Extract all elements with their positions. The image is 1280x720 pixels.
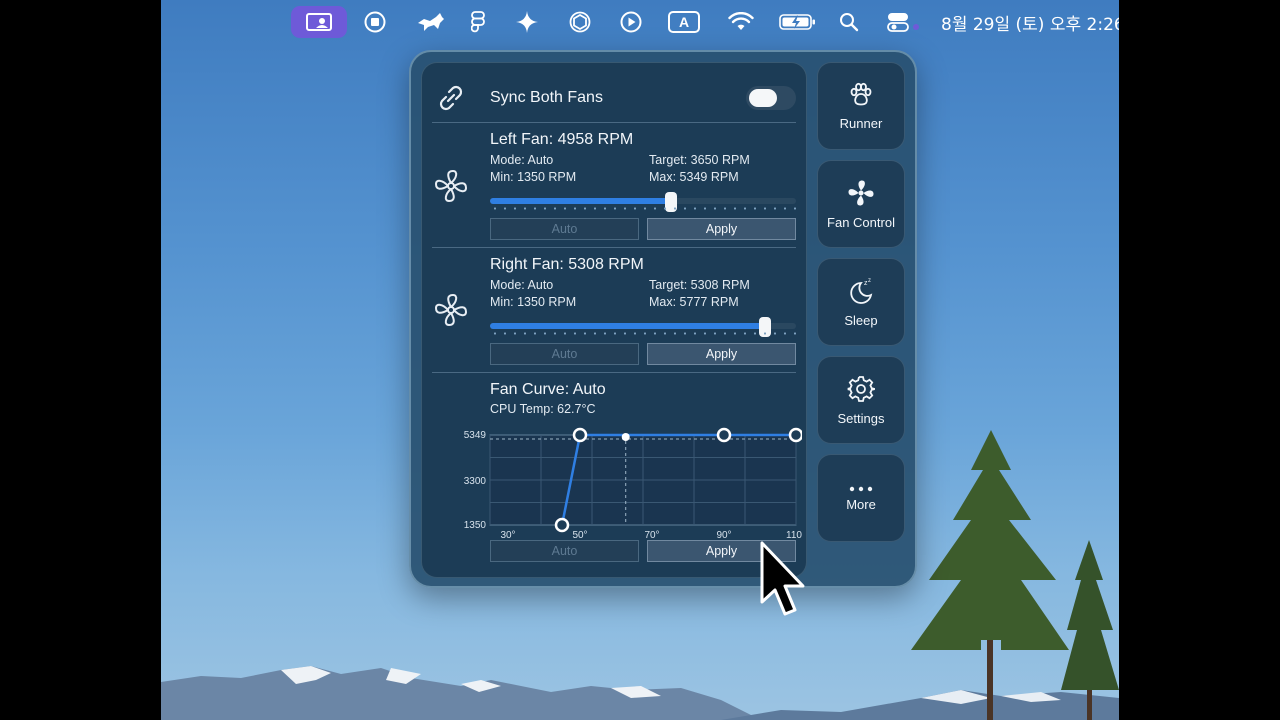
runner-button[interactable]: Runner <box>817 62 905 150</box>
stop-record-icon[interactable] <box>361 6 389 38</box>
x-tick-label: 30° <box>500 530 515 539</box>
fan-curve-auto-button[interactable]: Auto <box>490 540 639 562</box>
openai-icon[interactable] <box>566 6 594 38</box>
screen-share-icon[interactable] <box>291 6 347 38</box>
moon-sleep-icon: zz <box>850 278 873 304</box>
fan-curve-chart[interactable]: 5349 3300 1350 30° 50° 70° 90° 110° <box>442 417 802 539</box>
link-icon <box>434 81 468 115</box>
right-fan-slider-fill <box>490 323 766 329</box>
right-fan-max: Max: 5777 RPM <box>649 295 739 309</box>
input-source-label: A <box>668 11 700 33</box>
wifi-icon[interactable] <box>727 6 755 38</box>
figma-icon[interactable] <box>467 6 489 38</box>
curve-control-point[interactable] <box>788 427 802 443</box>
right-fan-title: Right Fan: 5308 RPM <box>490 256 644 273</box>
right-fan-target: Target: 5308 RPM <box>649 278 750 292</box>
ellipsis-icon <box>849 486 873 491</box>
mouse-cursor-icon <box>760 541 805 616</box>
runner-label: Runner <box>839 115 883 131</box>
pine-trees <box>911 430 1119 720</box>
dog-icon[interactable] <box>414 6 448 38</box>
play-icon[interactable] <box>618 6 644 38</box>
sleep-button[interactable]: zz Sleep <box>817 258 905 346</box>
desktop: A 8월 29일 (토) 오후 2:26 Sync Both Fans Left… <box>161 0 1119 720</box>
divider <box>432 372 796 373</box>
sparkle-icon[interactable] <box>514 6 540 38</box>
left-fan-title: Left Fan: 4958 RPM <box>490 131 634 148</box>
left-fan-min: Min: 1350 RPM <box>490 170 577 184</box>
y-tick-label: 5349 <box>464 430 487 441</box>
left-fan-target: Target: 3650 RPM <box>649 153 750 167</box>
sync-toggle[interactable] <box>746 86 796 110</box>
fan-control-button[interactable]: Fan Control <box>817 160 905 248</box>
cpu-temp-label: CPU Temp: 62.7°C <box>490 402 596 416</box>
toggle-knob <box>749 89 777 107</box>
x-tick-label: 110° <box>786 530 802 539</box>
keyboard-input-icon[interactable]: A <box>667 6 701 38</box>
sync-label: Sync Both Fans <box>490 89 603 106</box>
more-button[interactable]: More <box>817 454 905 542</box>
left-fan-apply-button[interactable]: Apply <box>647 218 796 240</box>
search-icon[interactable] <box>837 6 861 38</box>
right-fan-auto-button[interactable]: Auto <box>490 343 639 365</box>
right-fan-apply-button[interactable]: Apply <box>647 343 796 365</box>
right-fan-slider-ticks <box>490 332 796 335</box>
battery-charging-icon[interactable] <box>778 6 818 38</box>
settings-label: Settings <box>837 410 885 426</box>
x-tick-label: 50° <box>572 530 587 539</box>
curve-control-point[interactable] <box>554 517 570 533</box>
letterbox-right <box>1119 0 1280 720</box>
current-temp-marker <box>621 433 630 441</box>
left-fan-slider-fill <box>490 198 671 204</box>
fan-control-panel: Sync Both Fans Left Fan: 4958 RPM Mode: … <box>409 50 917 588</box>
settings-button[interactable]: Settings <box>817 356 905 444</box>
menubar: A 8월 29일 (토) 오후 2:26 <box>161 0 1119 44</box>
right-fan-mode: Mode: Auto <box>490 278 554 292</box>
paw-icon <box>850 82 872 105</box>
curve-control-point[interactable] <box>572 427 588 443</box>
curve-control-point[interactable] <box>716 427 732 443</box>
x-tick-label: 90° <box>716 530 731 539</box>
letterbox-left <box>0 0 161 720</box>
left-fan-slider-ticks <box>490 207 796 210</box>
left-fan-slider[interactable] <box>490 192 796 212</box>
svg-text:z: z <box>868 278 871 284</box>
x-tick-label: 70° <box>644 530 659 539</box>
y-tick-label: 1350 <box>464 520 487 531</box>
right-fan-slider[interactable] <box>490 317 796 337</box>
left-fan-max: Max: 5349 RPM <box>649 170 739 184</box>
divider <box>432 247 796 248</box>
control-center-icon[interactable] <box>885 6 921 38</box>
left-fan-auto-button[interactable]: Auto <box>490 218 639 240</box>
menubar-clock[interactable]: 8월 29일 (토) 오후 2:26 <box>941 10 1119 35</box>
left-fan-mode: Mode: Auto <box>490 153 554 167</box>
fan-icon <box>432 291 470 329</box>
gear-icon <box>847 375 875 402</box>
sleep-label: Sleep <box>844 312 878 328</box>
more-label: More <box>846 496 876 512</box>
fan-curve-title: Fan Curve: Auto <box>490 381 606 398</box>
divider <box>432 122 796 123</box>
fan-control-label: Fan Control <box>827 214 895 230</box>
y-tick-label: 3300 <box>464 476 487 487</box>
fan-icon <box>432 167 470 205</box>
fan-settings-card: Sync Both Fans Left Fan: 4958 RPM Mode: … <box>421 62 807 578</box>
fan-icon <box>848 180 874 205</box>
right-fan-min: Min: 1350 RPM <box>490 295 577 309</box>
